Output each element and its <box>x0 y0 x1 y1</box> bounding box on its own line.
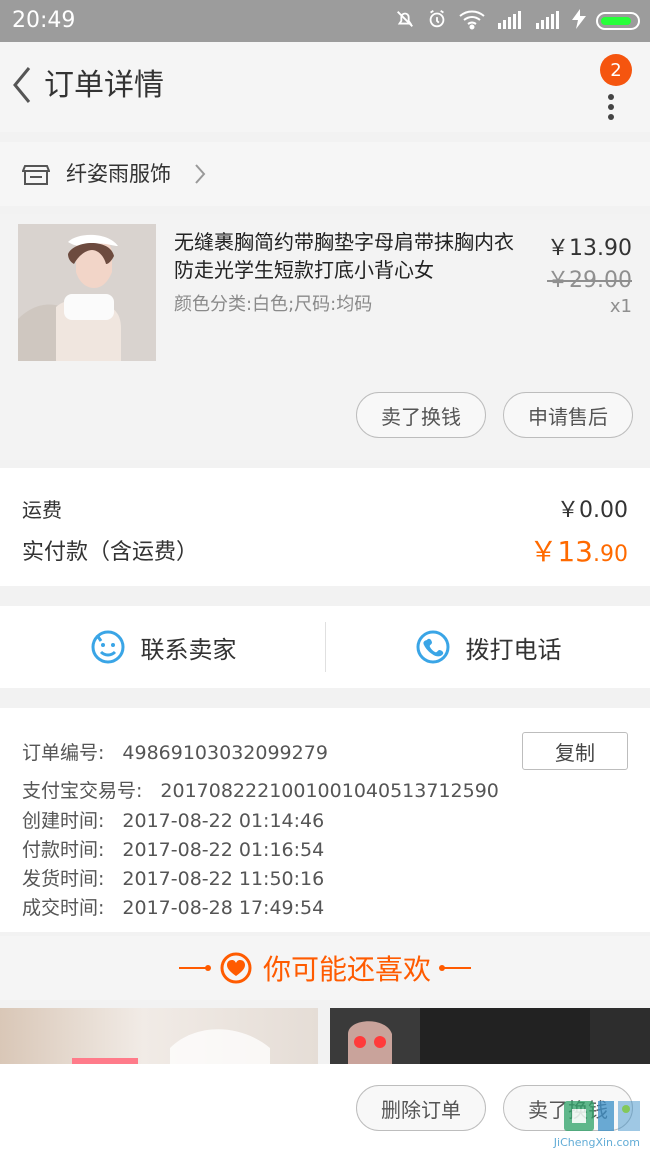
paid-time-line: 付款时间: 2017-08-22 01:16:54 <box>22 835 324 862</box>
shipping-fee-value: ￥0.00 <box>557 498 628 523</box>
paid-amount-decimal: .90 <box>593 542 628 567</box>
chat-face-icon <box>91 630 124 664</box>
created-time-value: 2017-08-22 01:14:46 <box>122 810 325 832</box>
fees-panel: 运费 ￥0.00 实付款（含运费） ￥13.90 <box>0 468 650 586</box>
alipay-number-line: 支付宝交易号: 2017082221001001040513712590 <box>22 776 499 803</box>
shop-row[interactable]: 纤姿雨服饰 <box>0 142 650 206</box>
order-number-line: 订单编号: 4986910303209927​9 <box>22 738 328 765</box>
shop-icon <box>22 165 50 185</box>
price-original: ￥29.00 <box>547 268 632 293</box>
shipped-time-label: 发货时间: <box>22 868 105 890</box>
recommendation-title-row: 你可能还喜欢 <box>0 936 650 1000</box>
after-sale-button[interactable]: 申请售后 <box>503 392 633 438</box>
product-thumbnail[interactable] <box>18 224 156 361</box>
alipay-number-label: 支付宝交易号: <box>22 780 143 802</box>
contact-bar: 联系卖家 拨打电话 <box>0 606 650 688</box>
completed-time-label: 成交时间: <box>22 897 105 919</box>
signal-icon <box>496 9 524 33</box>
page-title: 订单详情 <box>44 68 164 103</box>
product-title[interactable]: 无缝裹胸简约带胸垫字母肩带抹胸内衣防走光学生短款打底小背心女 <box>174 228 524 284</box>
recommendation-left-line <box>178 965 211 971</box>
paid-amount-label: 实付款（含运费） <box>22 540 199 565</box>
watermark-text: JiChengXin.com <box>553 1136 640 1149</box>
recommendation-left-dot <box>204 965 211 971</box>
product-card[interactable]: 无缝裹胸简约带胸垫字母肩带抹胸内衣防走光学生短款打底小背心女 颜色分类:白色;尺… <box>0 214 650 460</box>
recommended-item-2[interactable] <box>330 1008 650 1064</box>
back-button[interactable] <box>6 62 38 108</box>
alarm-icon <box>426 8 448 34</box>
status-bar: 20:49 <box>0 0 650 42</box>
order-info-panel: 订单编号: 4986910303209927​9 复制 支付宝交易号: 201708… <box>0 708 650 932</box>
contact-seller-button[interactable]: 联系卖家 <box>0 606 325 688</box>
shipped-time-line: 发货时间: 2017-08-22 11:50:16 <box>22 864 324 891</box>
copy-button[interactable]: 复制 <box>522 732 628 770</box>
notification-badge: 2 <box>600 54 632 86</box>
recommended-image-1 <box>72 1029 270 1064</box>
price-current: ￥13.90 <box>547 236 632 261</box>
created-time-line: 创建时间: 2017-08-22 01:14:46 <box>22 806 324 833</box>
call-phone-button[interactable]: 拨打电话 <box>325 606 650 688</box>
recommendation-title: 你可能还喜欢 <box>262 953 431 986</box>
call-phone-label: 拨打电话 <box>465 635 562 664</box>
order-number-value: 4986910303209927​9 <box>122 742 328 764</box>
chevron-left-icon <box>13 67 31 103</box>
watermark: JiChengXin.com <box>534 1095 644 1149</box>
battery-fill <box>601 17 631 25</box>
paid-amount-main: ￥13 <box>529 535 593 568</box>
signal-icon-2 <box>534 9 562 33</box>
order-number-label: 订单编号: <box>22 742 105 764</box>
shipping-fee-label: 运费 <box>22 498 62 522</box>
shop-name[interactable]: 纤姿雨服饰 <box>66 160 171 188</box>
more-options-button[interactable]: 2 <box>588 54 632 120</box>
phone-icon <box>416 630 449 664</box>
recommendation-right-line <box>439 965 471 971</box>
bottom-action-bar: 删除订单 卖了换钱 JiChengXin.com <box>0 1064 650 1155</box>
battery-icon <box>596 12 640 30</box>
recommended-item-1[interactable] <box>0 1008 318 1064</box>
wifi-icon <box>458 8 486 34</box>
paid-time-label: 付款时间: <box>22 839 105 861</box>
recommendation-images <box>0 1008 650 1064</box>
recommendation-header: 你可能还喜欢 <box>0 936 650 1000</box>
paid-time-value: 2017-08-22 01:16:54 <box>122 839 325 861</box>
contact-seller-label: 联系卖家 <box>140 635 237 664</box>
status-icons <box>394 6 640 36</box>
mute-bell-icon <box>394 8 416 34</box>
product-image <box>18 224 156 361</box>
navigation-bar: 订单详情 2 <box>0 42 650 132</box>
recommended-image-2 <box>330 1008 650 1064</box>
more-vertical-icon <box>608 94 614 120</box>
paid-amount-value: ￥13.90 <box>529 530 628 570</box>
status-time: 20:49 <box>12 8 76 33</box>
shipped-time-value: 2017-08-22 11:50:16 <box>122 868 325 890</box>
delete-order-button[interactable]: 删除订单 <box>356 1085 486 1131</box>
recommendation-right-dot <box>439 965 445 971</box>
quantity: x1 <box>609 296 632 317</box>
created-time-label: 创建时间: <box>22 810 105 832</box>
completed-time-line: 成交时间: 2017-08-28 17:49:54 <box>22 893 324 920</box>
charging-icon <box>572 9 586 33</box>
sell-for-money-button[interactable]: 卖了换钱 <box>356 392 486 438</box>
product-spec: 颜色分类:白色;尺码:均码 <box>174 294 373 315</box>
alipay-number-value: 2017082221001001040513712590 <box>160 780 499 802</box>
chevron-right-icon <box>195 164 206 184</box>
heart-icon <box>220 952 252 984</box>
completed-time-value: 2017-08-28 17:49:54 <box>122 897 325 919</box>
